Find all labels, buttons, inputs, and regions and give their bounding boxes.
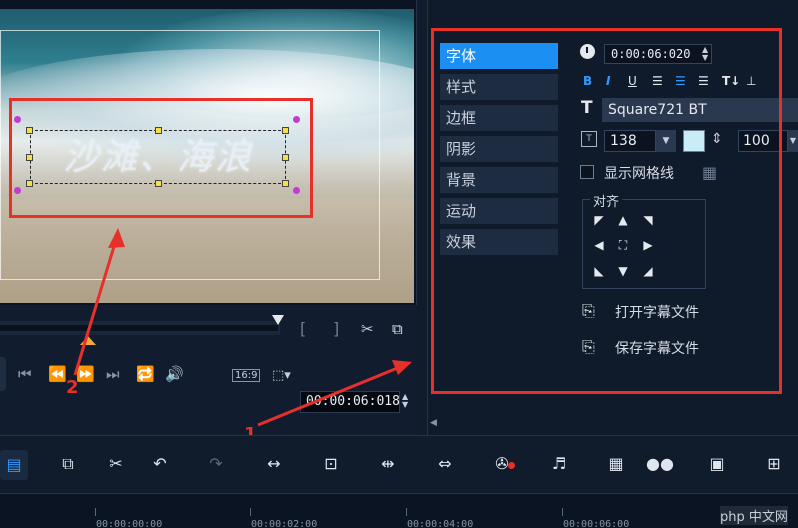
redo-icon[interactable]: ↷ (201, 454, 231, 473)
ruler-tick-label: 00:00:02:00 (251, 519, 318, 528)
fit-project-icon[interactable]: ↔ (259, 454, 289, 473)
grid-view-icon[interactable]: ⊞ (759, 454, 789, 473)
trim-icon[interactable]: ⇔ (430, 454, 460, 473)
timeline-view-icon[interactable]: ▤ (0, 450, 28, 480)
split-icon[interactable]: ⇹ (373, 454, 403, 473)
blend-icon[interactable]: ●● (645, 454, 675, 473)
snapshot-icon[interactable]: ⊡ (316, 454, 346, 473)
add-media-icon[interactable]: ⧉ (53, 454, 83, 474)
subtitle-editor-icon[interactable]: ▣ (702, 454, 732, 473)
tick-mark (95, 508, 96, 516)
tick-mark (250, 508, 251, 516)
arrow-1-head (392, 360, 412, 375)
annotation-label-2: 2 (66, 377, 79, 398)
undo-icon[interactable]: ↶ (145, 454, 175, 473)
ruler-tick-label: 00:00:04:00 (407, 519, 474, 528)
timeline-ruler[interactable]: 00:00:00:00 00:00:02:00 00:00:04:00 00:0… (0, 493, 798, 528)
tools-icon[interactable]: ✂ (101, 454, 131, 473)
audio-mixer-icon[interactable]: ♬ (544, 454, 574, 473)
arrow-2-line (73, 239, 118, 376)
tick-mark (562, 508, 563, 516)
timeline-toolbar: ▤ ⧉ ✂ ↶ ↷ ↔ ⊡ ⇹ ⇔ ✇ ♬ ▦ ●● ▣ ⊞ (0, 435, 798, 493)
tick-mark (406, 508, 407, 516)
multicam-icon[interactable]: ▦ (601, 454, 631, 473)
ruler-tick-label: 00:00:00:00 (96, 519, 163, 528)
arrow-1-line (257, 365, 401, 427)
watermark: php 中文网 (720, 506, 788, 525)
record-dot-icon (508, 462, 515, 469)
ruler-tick-label: 00:00:06:00 (563, 519, 630, 528)
video-editor-window: 沙滩、海浪 [ ] ✂ ⧉ ⏮ ⏪ ⏩ ⏭ 🔁 🔊 16:9 ⬚▾ 00:00:… (0, 0, 798, 528)
arrow-2-head (108, 228, 125, 248)
